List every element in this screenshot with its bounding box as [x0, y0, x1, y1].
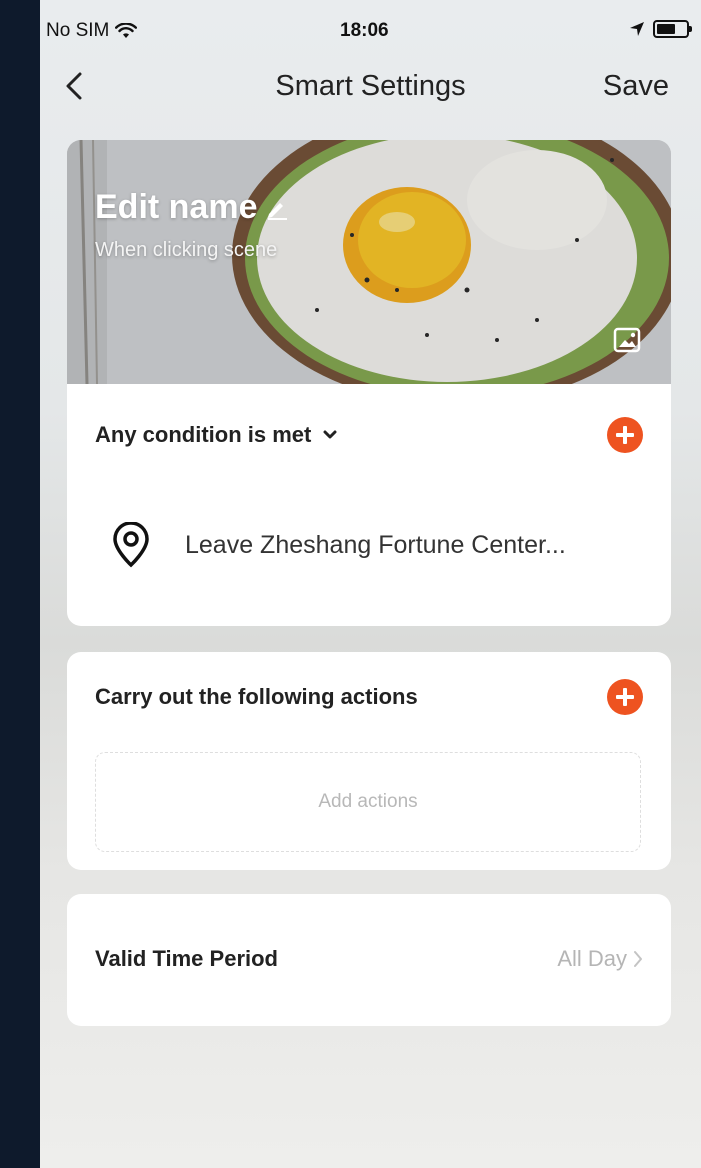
- chevron-right-icon: [634, 951, 642, 967]
- carrier-label: No SIM: [46, 20, 110, 41]
- scene-subtitle: When clicking scene: [95, 239, 278, 261]
- scene-name-area: Edit name When clicking scene: [95, 188, 289, 262]
- scene-cover-image: Edit name When clicking scene: [67, 140, 671, 384]
- edit-name-control[interactable]: Edit name: [95, 188, 289, 227]
- condition-type-selector[interactable]: Any condition is met: [95, 422, 337, 448]
- valid-time-label: Valid Time Period: [95, 946, 278, 971]
- condition-card: Any condition is met Leave Zheshang Fort…: [67, 384, 671, 626]
- status-time: 18:06: [340, 20, 389, 41]
- status-right: [629, 20, 692, 38]
- valid-time-value-group: All Day: [557, 946, 643, 972]
- status-bar: No SIM 18:06: [40, 0, 701, 60]
- battery-icon: [653, 20, 692, 38]
- chevron-down-icon: [323, 430, 337, 439]
- location-arrow-icon: [630, 22, 644, 36]
- valid-time-row[interactable]: Valid Time Period All Day: [95, 946, 643, 972]
- fried-egg-toast-image: [67, 140, 671, 384]
- add-action-button[interactable]: [607, 679, 643, 715]
- valid-time-value: All Day: [557, 946, 627, 971]
- add-condition-button[interactable]: [607, 417, 643, 453]
- add-actions-label: Add actions: [318, 791, 418, 812]
- save-button[interactable]: Save: [603, 70, 669, 103]
- edit-pencil-icon: [268, 202, 288, 220]
- condition-header-label: Any condition is met: [95, 422, 312, 447]
- page-title: Smart Settings: [275, 70, 466, 102]
- actions-header: Carry out the following actions: [95, 684, 418, 709]
- condition-item[interactable]: Leave Zheshang Fortune Center...: [111, 522, 566, 568]
- phone-screen: No SIM 18:06 Smart Settings Save Edit na…: [40, 0, 701, 1168]
- actions-card: Carry out the following actions Add acti…: [67, 652, 671, 870]
- condition-text: Leave Zheshang Fortune Center...: [185, 530, 566, 559]
- add-actions-placeholder[interactable]: Add actions: [95, 752, 641, 852]
- status-left: No SIM: [46, 20, 138, 42]
- scene-name-label: Edit name: [95, 188, 258, 226]
- change-image-icon[interactable]: [613, 326, 643, 354]
- navigation-bar: Smart Settings Save: [40, 60, 701, 120]
- wifi-icon: [115, 23, 138, 38]
- location-pin-icon: [113, 522, 149, 568]
- valid-time-card: Valid Time Period All Day: [67, 894, 671, 1026]
